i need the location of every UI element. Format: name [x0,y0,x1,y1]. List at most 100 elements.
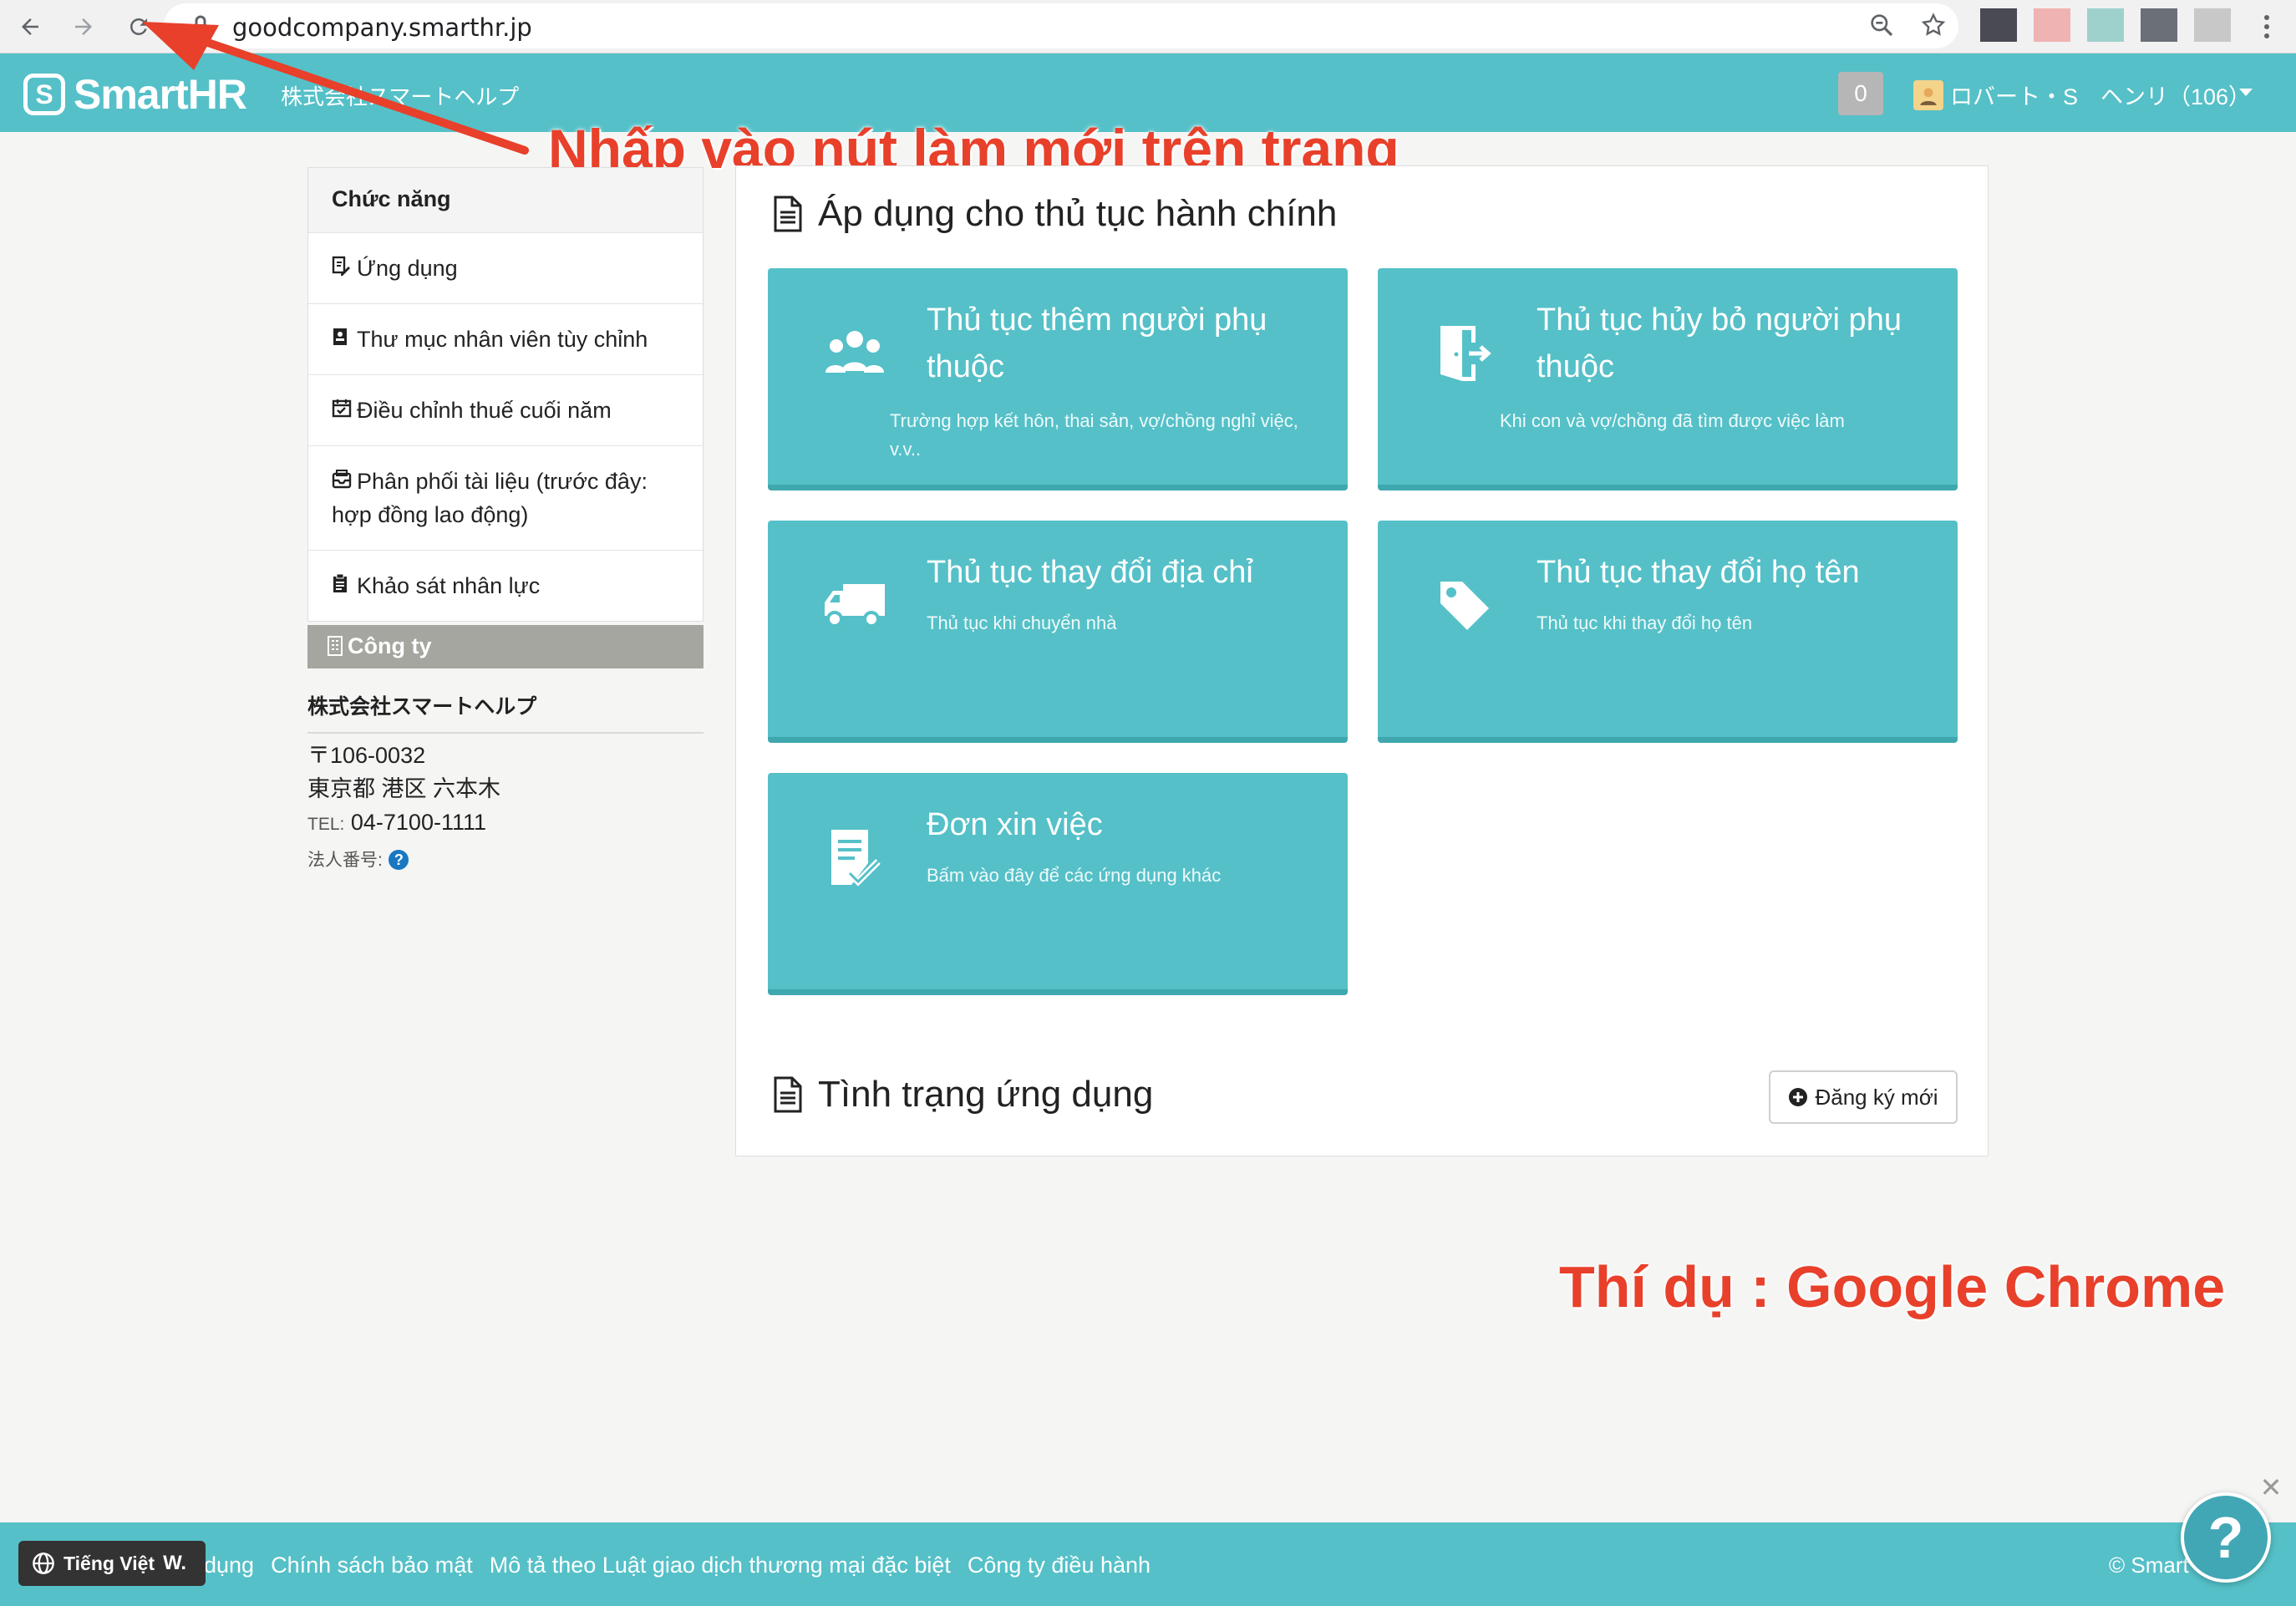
question-icon[interactable]: ? [389,849,409,870]
forward-button[interactable] [63,7,104,47]
extension-icon[interactable] [2194,8,2231,42]
sidebar-heading: Chức năng [308,168,703,233]
clipboard-icon [332,569,353,602]
footer-links: dụng Chính sách bảo mật Mô tả theo Luật … [204,1553,1151,1578]
footer-link[interactable]: dụng [204,1553,254,1578]
tel-line: TEL: 04-7100-1111 [307,806,500,841]
copyright: © Smart [2109,1553,2189,1578]
notification-badge[interactable]: 0 [1838,72,1883,115]
directory-icon [332,323,353,356]
browser-toolbar: goodcompany.smarthr.jp [0,0,2296,53]
footer-link[interactable]: Chính sách bảo mật [271,1553,473,1578]
sidebar-item-employee-directory[interactable]: Thư mục nhân viên tùy chỉnh [308,304,703,375]
language-label: Tiếng Việt [63,1552,155,1574]
corp-number-line: 法人番号: ? [307,841,500,877]
people-group-icon [821,320,888,387]
tel-label: TEL: [307,815,345,834]
annotation-example: Thí dụ : Google Chrome [1559,1254,2226,1319]
header-company-name: 株式会社スマートヘルプ [281,84,520,109]
logo-text: SmartHR [74,71,247,118]
reload-button[interactable] [119,7,159,47]
postal-code: 〒106-0032 [307,743,426,768]
lock-icon [194,15,207,35]
bookmark-star-icon[interactable] [1920,12,1947,38]
extensions-area [1980,8,2231,42]
truck-icon [821,572,888,639]
sidebar-item-year-end-tax[interactable]: Điều chỉnh thuế cuối năm [308,375,703,446]
globe-icon [33,1553,54,1574]
person-icon [1920,87,1937,105]
zoom-icon[interactable] [1868,12,1895,38]
card-desc: Khi con và vợ/chồng đã tìm được việc làm [1500,410,1845,431]
back-button[interactable] [10,7,50,47]
card-name-change[interactable]: Thủ tục thay đổi họ tên Thủ tục khi thay… [1378,521,1958,743]
sidebar: Chức năng Ứng dụng Thư mục nhân viên tùy… [307,167,704,622]
sidebar-item-label: Điều chỉnh thuế cuối năm [357,398,612,423]
card-desc: Trường hợp kết hôn, thai sản, vợ/chồng n… [890,410,1298,460]
card-title: Thủ tục thay đổi họ tên [1537,555,1860,590]
company-address: 〒106-0032 東京都 港区 六本木 TEL: 04-7100-1111 法… [307,739,500,877]
document-icon [774,1076,802,1113]
calendar-check-icon [332,394,353,427]
section-title-text: Tình trạng ứng dụng [818,1074,1154,1115]
company-name-jp: 株式会社スマートヘルプ [307,690,704,734]
document-icon [774,196,802,232]
help-button[interactable]: ? [2181,1492,2271,1583]
user-name: ロバート・S ヘンリ（106） [1950,84,2252,109]
browser-menu-button[interactable] [2254,8,2279,45]
section-title-text: Áp dụng cho thủ tục hành chính [818,193,1338,234]
pen-doc-icon [332,252,353,285]
sidebar-item-label: Ứng dụng [357,256,458,281]
card-job-application[interactable]: Đơn xin việc Bấm vào đây để các ứng dụng… [768,773,1348,995]
extension-icon[interactable] [1980,8,2017,42]
new-button-label: Đăng ký mới [1815,1084,1938,1110]
sidebar-item-label: Phân phối tài liệu (trước đây: hợp đồng … [332,469,648,527]
tag-icon [1431,572,1498,639]
caret-down-icon[interactable] [2239,89,2253,96]
corp-number-label: 法人番号: [307,851,383,870]
extension-icon[interactable] [2034,8,2070,42]
new-application-button[interactable]: Đăng ký mới [1769,1070,1958,1124]
card-remove-dependent[interactable]: Thủ tục hủy bỏ người phụ thuộc Khi con v… [1378,268,1958,490]
footer-link[interactable]: Mô tả theo Luật giao dịch thương mại đặc… [490,1553,951,1578]
arrow-left-icon [22,18,38,35]
card-desc: Bấm vào đây để các ứng dụng khác [927,865,1222,886]
url-text: goodcompany.smarthr.jp [232,13,532,42]
logo-mark-icon: S [23,74,65,115]
section-title-procedures: Áp dụng cho thủ tục hành chính [773,193,1337,235]
user-menu[interactable]: ロバート・S ヘンリ（106） [1913,79,2251,111]
language-selector[interactable]: Tiếng Việt W. [18,1541,206,1586]
main-panel: Áp dụng cho thủ tục hành chính Thủ tục t… [735,165,1989,1156]
tel-number: 04-7100-1111 [350,810,487,835]
w-logo-icon: W. [163,1552,187,1574]
reload-icon [130,18,147,35]
sidebar-item-hr-survey[interactable]: Khảo sát nhân lực [308,551,703,621]
building-icon [328,636,343,662]
more-vert-icon [2264,15,2269,38]
card-title: Đơn xin việc [927,807,1103,842]
card-title: Thủ tục hủy bỏ người phụ thuộc [1537,302,1902,384]
card-title: Thủ tục thay đổi địa chỉ [927,555,1253,590]
sidebar-item-applications[interactable]: Ứng dụng [308,233,703,304]
footer-link[interactable]: Công ty điều hành [968,1553,1151,1578]
smarthr-logo[interactable]: S SmartHR [23,70,247,119]
avatar [1913,79,1943,110]
card-desc: Thủ tục khi thay đổi họ tên [1537,612,1753,633]
sidebar-item-document-distribution[interactable]: Phân phối tài liệu (trước đây: hợp đồng … [308,446,703,551]
company-section-heading: Công ty [307,625,704,668]
address-bar[interactable]: goodcompany.smarthr.jp [164,3,1958,48]
address-line: 東京都 港区 六本木 [307,776,501,801]
close-icon[interactable]: ✕ [2258,1474,2284,1501]
inbox-icon [332,465,353,498]
card-address-change[interactable]: Thủ tục thay đổi địa chỉ Thủ tục khi chu… [768,521,1348,743]
company-heading-label: Công ty [348,633,432,658]
sidebar-item-label: Thư mục nhân viên tùy chỉnh [357,327,648,352]
extension-icon[interactable] [2141,8,2177,42]
card-add-dependent[interactable]: Thủ tục thêm người phụ thuộc Trường hợp … [768,268,1348,490]
checklist-icon [821,825,888,892]
card-title: Thủ tục thêm người phụ thuộc [927,302,1267,384]
door-exit-icon [1431,320,1498,387]
arrow-right-icon [75,18,92,35]
extension-icon[interactable] [2087,8,2124,42]
section-title-status: Tình trạng ứng dụng [773,1074,1153,1116]
